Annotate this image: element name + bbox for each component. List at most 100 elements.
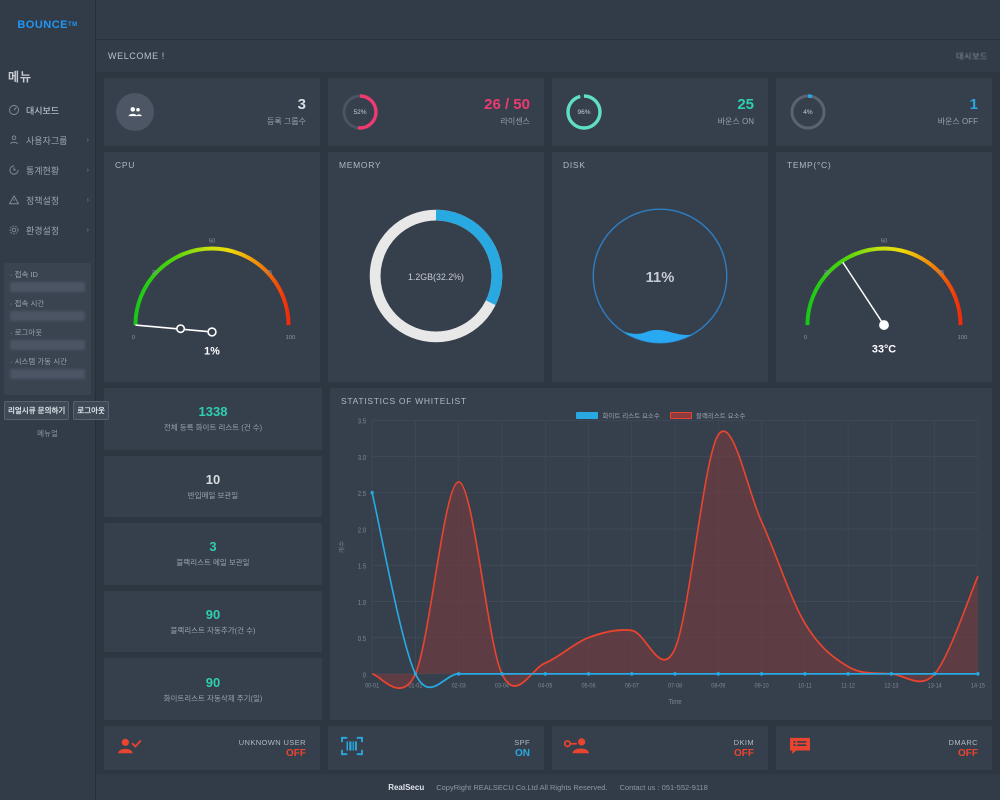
stat-card-blacklist-mail-retention[interactable]: 3 블랙리스트 메일 보관일: [104, 523, 322, 585]
chart-xlabel: Time: [668, 699, 681, 706]
welcome-text: WELCOME !: [108, 51, 165, 61]
stat-label: 블랙리스트 메일 보관일: [176, 558, 250, 568]
chart-plot: 00.51.01.52.02.53.03.500-01 01-02 02-03 03-…: [338, 418, 986, 706]
chart-ytick: 0: [363, 672, 367, 679]
chart-ytick: 2.0: [358, 527, 367, 534]
chart-xtick: 07-08: [668, 683, 683, 689]
chart-xtick: 10-11: [798, 683, 812, 689]
sidebar-item-label: 사용자그룹: [26, 135, 68, 146]
chart-point: [370, 490, 374, 495]
chart-ytick: 3.0: [358, 455, 367, 462]
status-text: UNKNOWN USER OFF: [142, 738, 306, 759]
chart-xtick: 14-15: [971, 683, 986, 689]
logout-button[interactable]: 로그아웃: [73, 401, 109, 420]
sidebar-item-environment-settings[interactable]: 환경설정 ›: [0, 215, 95, 245]
info-label: · 접속 시간: [10, 299, 45, 308]
chart-legend: 화이트 리스트 요소수 블랙리스트 요소수: [330, 410, 992, 420]
status-state: OFF: [958, 747, 978, 759]
footer-contact: Contact us : 051-552-9118: [619, 782, 708, 792]
status-text: SPF ON: [364, 738, 530, 759]
status-state: OFF: [734, 747, 754, 759]
disk-water-gauge: 11%: [552, 174, 768, 378]
kpi-card-bounce-off[interactable]: 4% 1 바운스 OFF: [776, 78, 992, 146]
legend-item-whitelist[interactable]: 화이트 리스트 요소수: [576, 410, 660, 420]
stat-value: 90: [205, 607, 221, 623]
status-text: DMARC OFF: [812, 738, 979, 759]
cpu-tick-50: 50: [209, 239, 216, 245]
chart-point: [500, 672, 504, 676]
kpi-label: 등록 그룹수: [266, 117, 306, 127]
sidebar-item-statistics[interactable]: 통계현황 ›: [0, 155, 95, 185]
legend-swatch-whitelist: [576, 411, 599, 419]
sidebar-item-label: 대시보드: [26, 105, 60, 116]
legend-item-blacklist[interactable]: 블랙리스트 요소수: [669, 410, 746, 420]
memory-center-value: 1.2GB(32.2%): [408, 272, 464, 282]
panel-title-temp: TEMP(°C): [787, 160, 832, 170]
footer: RealSecu CopyRight REALSECU Co.Ltd All R…: [96, 774, 1000, 800]
stat-card-total-whitelist[interactable]: 1338 전체 등록 화이트 리스트 (건 수): [104, 388, 322, 450]
panel-disk: DISK 11%: [552, 152, 768, 382]
panel-memory: MEMORY 1.2GB(32.2%): [328, 152, 544, 382]
chart-point: [759, 672, 764, 676]
info-label: · 로그아웃: [10, 328, 43, 337]
chart-point: [933, 672, 937, 676]
user-key-icon: [563, 736, 592, 761]
contact-realsecu-button[interactable]: 리얼시큐 문의하기: [4, 401, 70, 420]
kpi-label: 바운스 OFF: [937, 117, 978, 127]
kpi-card-registered-groups[interactable]: 3 등록 그룹수: [104, 78, 320, 146]
welcome-bar: WELCOME ! 대시보드: [96, 40, 1000, 72]
chart-xtick: 06-07: [625, 683, 639, 689]
footer-copyright: CopyRight REALSECU Co.Ltd All Rights Res…: [436, 782, 608, 792]
status-card-spf[interactable]: SPF ON: [328, 726, 544, 770]
chart-xtick: 05-06: [581, 683, 596, 689]
kpi-value: 26 / 50: [484, 95, 530, 113]
dashboard-content: 3 등록 그룹수 52% 26 / 50 라이센스 96% 25 바운스 ON …: [96, 72, 1000, 774]
sidebar-item-policy-settings[interactable]: 정책설정 ›: [0, 185, 95, 215]
chart-clock-icon: [8, 164, 20, 176]
kpi-label: 라이센스: [500, 117, 530, 127]
chart-xtick: 12-13: [884, 683, 899, 689]
panel-temp: TEMP(°C) 0 25 50 75 100 33°C: [776, 152, 992, 382]
gear-icon: [8, 224, 20, 236]
barcode-scan-icon: [340, 736, 364, 761]
message-list-icon: [788, 736, 812, 761]
kpi-card-license[interactable]: 52% 26 / 50 라이센스: [328, 78, 544, 146]
chart-point: [630, 672, 634, 676]
brand-trademark: TM: [68, 22, 78, 28]
topbar: [96, 0, 1000, 40]
chart-xtick: 00-01: [365, 683, 380, 689]
gauge-row: CPU 0 25 50 75 100 1% MEMORY 1.2GB(32.2%…: [104, 152, 992, 382]
status-text: DKIM OFF: [592, 738, 754, 759]
stat-value: 90: [205, 674, 221, 690]
stat-card-inbound-mail-retention[interactable]: 10 반입메일 보관일: [104, 455, 322, 518]
status-card-dkim[interactable]: DKIM OFF: [552, 726, 768, 770]
stat-card-whitelist-auto-delete[interactable]: 90 화이트리스트 자동삭제 주기(일): [104, 658, 322, 720]
license-percent-label: 52%: [353, 108, 367, 116]
info-value: [10, 369, 85, 379]
status-card-dmarc[interactable]: DMARC OFF: [776, 726, 992, 770]
manual-link[interactable]: 메뉴얼: [0, 420, 95, 439]
stat-card-blacklist-auto-add[interactable]: 90 블랙리스트 자동추가(건 수): [104, 590, 322, 653]
status-card-unknown-user[interactable]: UNKNOWN USER OFF: [104, 726, 320, 770]
chart-ytick: 1.5: [358, 563, 367, 570]
chart-point: [457, 672, 461, 676]
chart-xtick: 03-04: [495, 683, 510, 689]
brand-logo[interactable]: BOUNCE TM: [0, 0, 95, 50]
kpi-card-bounce-on[interactable]: 96% 25 바운스 ON: [552, 78, 768, 146]
chart-point: [413, 672, 418, 676]
stat-label: 반입메일 보관일: [187, 490, 239, 500]
sidebar-item-user-group[interactable]: 사용자그룹 ›: [0, 125, 95, 155]
temp-tick-50: 50: [881, 239, 888, 245]
chevron-right-icon: ›: [86, 166, 89, 174]
chevron-right-icon: ›: [86, 196, 89, 204]
kpi-text: 3 등록 그룹수: [154, 96, 306, 128]
license-progress-ring: 52%: [340, 92, 380, 132]
sidebar-item-label: 환경설정: [26, 225, 60, 236]
legend-label-blacklist: 블랙리스트 요소수: [695, 413, 746, 420]
sidebar-item-label: 정책설정: [26, 195, 60, 206]
cpu-gauge: 0 25 50 75 100 1%: [104, 174, 320, 378]
chart-point: [803, 672, 807, 676]
chart-point: [846, 672, 850, 676]
lower-row: 1338 전체 등록 화이트 리스트 (건 수) 10 반입메일 보관일 3 블…: [104, 388, 992, 720]
sidebar-item-dashboard[interactable]: 대시보드: [0, 95, 95, 125]
